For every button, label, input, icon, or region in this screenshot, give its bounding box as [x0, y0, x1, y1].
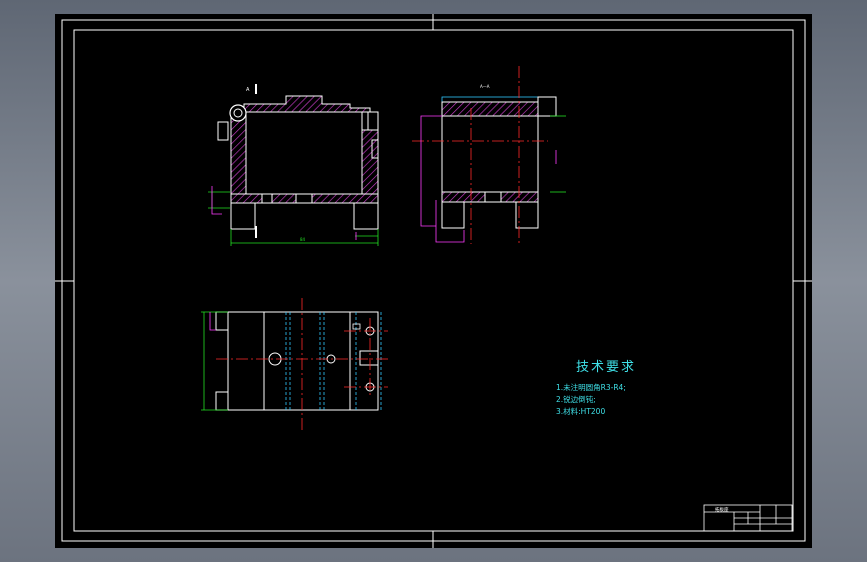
section-label-top: A—A [480, 84, 490, 89]
section-label-a: A [246, 87, 250, 93]
top-view [201, 298, 390, 430]
dimension-width: 84 [300, 237, 306, 242]
tech-requirements-title: 技术要求 [576, 360, 637, 375]
cad-drawing: A 84 A—A 拓板座 [55, 14, 812, 548]
tech-requirement-item-1: 1.未注明圆角R3-R4; [556, 383, 626, 392]
outer-frame [61, 19, 806, 542]
front-section-view: A 84 [208, 84, 379, 246]
tech-requirement-item-2: 2.锐边倒钝; [556, 395, 596, 404]
title-block-name: 拓板座 [715, 506, 729, 513]
tech-requirement-item-3: 3.材料:HT200 [556, 407, 606, 416]
side-section-view: A—A [412, 66, 566, 244]
frame-center-marks [55, 14, 812, 548]
inner-frame [73, 29, 794, 532]
